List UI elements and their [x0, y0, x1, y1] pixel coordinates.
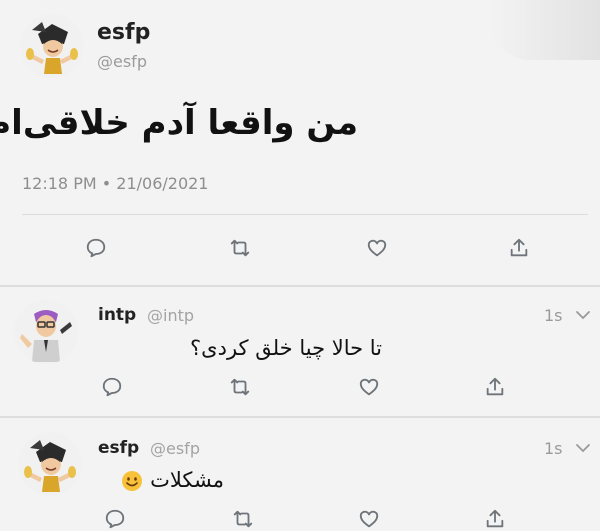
retweet-button[interactable]: [231, 507, 255, 531]
reply-button[interactable]: [84, 236, 108, 260]
background-shade: [490, 0, 600, 60]
reply-icon: [102, 377, 122, 397]
divider: [22, 214, 588, 215]
tweet-text: من واقعا آدم خلاقی‌ام!: [0, 103, 358, 143]
like-button[interactable]: [357, 375, 381, 399]
chevron-down-icon[interactable]: [575, 440, 591, 456]
reply-icon: [86, 238, 106, 258]
esfp-character-avatar-icon: [20, 14, 84, 78]
reply-button[interactable]: [100, 375, 124, 399]
reply-age: 1s: [544, 306, 563, 325]
reply-text-content: مشکلات: [150, 468, 224, 492]
intp-character-avatar-icon: [14, 300, 78, 364]
share-button[interactable]: [483, 507, 507, 531]
smiling-face-emoji-icon: [122, 471, 143, 491]
author-name[interactable]: intp: [98, 305, 136, 325]
reply-icon: [105, 509, 125, 529]
retweet-button[interactable]: [228, 236, 252, 260]
share-button[interactable]: [507, 236, 531, 260]
retweet-icon: [233, 510, 253, 528]
like-icon: [359, 378, 379, 396]
author-name[interactable]: esfp: [97, 20, 150, 45]
author-handle[interactable]: @esfp: [97, 52, 147, 71]
retweet-icon: [230, 378, 250, 396]
reply-text: تا حالا چیا خلق کردی؟: [190, 336, 382, 360]
author-name[interactable]: esfp: [98, 438, 139, 458]
share-icon: [486, 509, 504, 528]
esfp-character-avatar-icon: [18, 432, 82, 496]
avatar[interactable]: [14, 300, 78, 364]
tweet-timestamp[interactable]: 12:18 PM • 21/06/2021: [22, 174, 208, 193]
avatar[interactable]: [20, 14, 84, 78]
retweet-icon: [230, 239, 250, 257]
like-button[interactable]: [357, 507, 381, 531]
author-handle[interactable]: @intp: [147, 306, 194, 325]
chevron-down-icon[interactable]: [575, 307, 591, 323]
like-button[interactable]: [365, 236, 389, 260]
reply-button[interactable]: [103, 507, 127, 531]
tweet-thread: esfp @esfp من واقعا آدم خلاقی‌ام! 12:18 …: [0, 0, 600, 530]
share-button[interactable]: [483, 375, 507, 399]
thread-separator: [0, 416, 600, 418]
avatar[interactable]: [18, 432, 82, 496]
thread-separator: [0, 285, 600, 287]
like-icon: [367, 239, 387, 257]
retweet-button[interactable]: [228, 375, 252, 399]
like-icon: [359, 510, 379, 528]
share-icon: [510, 238, 528, 257]
share-icon: [486, 377, 504, 396]
author-handle[interactable]: @esfp: [150, 439, 200, 458]
reply-text: مشکلات: [121, 468, 224, 492]
reply-age: 1s: [544, 439, 563, 458]
